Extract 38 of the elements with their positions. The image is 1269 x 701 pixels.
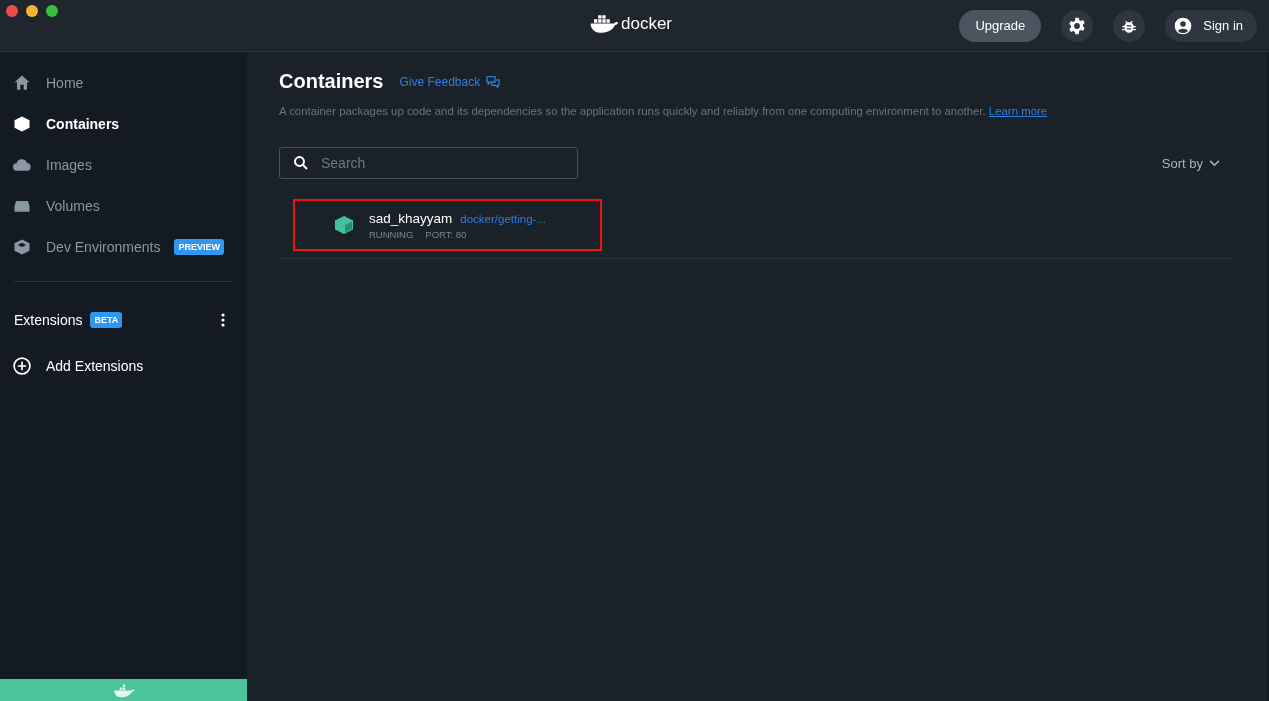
user-avatar-icon: [1173, 15, 1194, 36]
container-name: sad_khayyam: [369, 210, 453, 226]
search-icon: [292, 154, 310, 172]
sidebar-item[interactable]: Home: [0, 62, 247, 103]
chevron-down-icon: [1209, 159, 1220, 167]
sidebar-item[interactable]: Images: [0, 144, 247, 185]
chat-bubbles-icon: [485, 73, 502, 90]
container-status: RUNNING: [369, 228, 414, 240]
sidebar-item[interactable]: Containers: [0, 103, 247, 144]
container-row[interactable]: sad_khayyam docker/getting-... RUNNING PORT: 80: [293, 199, 602, 251]
cube-icon: [332, 213, 356, 237]
extensions-heading: Extensions: [14, 312, 83, 328]
plus-circle-icon: [12, 356, 32, 376]
sign-in-button[interactable]: Sign in: [1165, 9, 1257, 42]
sort-by-dropdown[interactable]: Sort by: [1155, 154, 1226, 172]
bug-report-button[interactable]: [1113, 9, 1146, 42]
search-field[interactable]: Search: [279, 147, 578, 179]
add-extensions-item[interactable]: Add Extensions: [0, 344, 247, 388]
logo-text: docker: [621, 13, 673, 34]
whale-icon: [112, 682, 135, 698]
description-text: A container packages up code and its dependencies so the application runs quickly and reliably from one computing environment to another.: [279, 105, 986, 117]
whale-logo-icon: [589, 13, 619, 34]
settings-button[interactable]: [1061, 9, 1094, 42]
page-title: Containers: [279, 70, 384, 93]
sidebar-item[interactable]: Volumes: [0, 185, 247, 226]
learn-more-link[interactable]: Learn more: [988, 105, 1048, 117]
upgrade-button[interactable]: Upgrade: [959, 9, 1042, 42]
give-feedback-link[interactable]: Give Feedback: [399, 73, 502, 90]
minimize-button[interactable]: [26, 5, 38, 17]
close-button[interactable]: [6, 5, 18, 17]
image-link[interactable]: docker/getting-...: [460, 212, 546, 225]
beta-badge: BETA: [90, 312, 123, 328]
more-vertical-icon: [221, 313, 225, 327]
sidebar-item[interactable]: Dev Environments PREVIEW: [0, 226, 247, 267]
maximize-button[interactable]: [46, 5, 58, 17]
container-port: PORT: 80: [425, 228, 467, 240]
preview-badge: PREVIEW: [174, 238, 224, 255]
more-options-button[interactable]: [219, 311, 227, 329]
